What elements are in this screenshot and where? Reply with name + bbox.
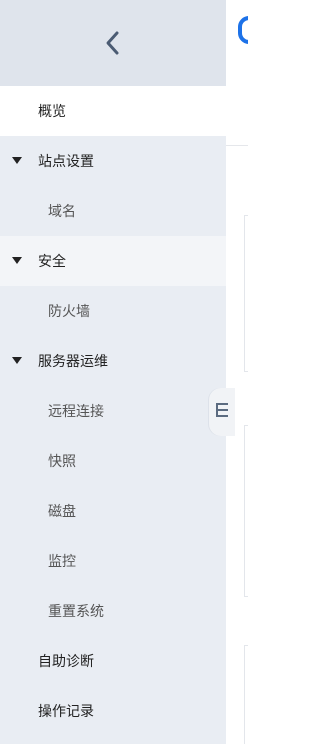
caret-down-icon — [12, 157, 22, 164]
sidebar-item-label: 监控 — [48, 554, 76, 570]
sidebar-group-site-settings[interactable]: 站点设置 — [0, 136, 226, 186]
sidebar-group-security[interactable]: 安全 — [0, 236, 226, 286]
sidebar: 概览 站点设置 域名 安全 防火墙 服务器运维 远程连接 快照 磁盘 监控 重置… — [0, 0, 227, 744]
panel-toggle-handle[interactable] — [209, 388, 235, 436]
chevron-left-icon[interactable] — [99, 29, 127, 57]
page: 概览 站点设置 域名 安全 防火墙 服务器运维 远程连接 快照 磁盘 监控 重置… — [0, 0, 248, 744]
brand-mark-icon — [238, 16, 248, 44]
sidebar-item-disks[interactable]: 磁盘 — [0, 486, 226, 536]
caret-down-icon — [12, 257, 22, 264]
content-card — [244, 215, 248, 372]
sidebar-item-overview[interactable]: 概览 — [0, 86, 226, 136]
main-content-strip — [226, 0, 248, 744]
sidebar-item-label: 服务器运维 — [38, 354, 108, 370]
sidebar-item-label: 自助诊断 — [38, 654, 94, 670]
sidebar-item-label: 操作记录 — [38, 704, 94, 720]
sidebar-item-firewall[interactable]: 防火墙 — [0, 286, 226, 336]
sidebar-collapse-bar[interactable] — [0, 0, 226, 87]
content-card — [244, 645, 248, 744]
sidebar-item-label: 磁盘 — [48, 504, 76, 520]
sidebar-item-label: 站点设置 — [38, 154, 94, 170]
sidebar-item-monitoring[interactable]: 监控 — [0, 536, 226, 586]
sidebar-item-operation-log[interactable]: 操作记录 — [0, 686, 226, 736]
sidebar-item-label: 防火墙 — [48, 304, 90, 320]
sidebar-item-label: 域名 — [48, 204, 76, 220]
content-card — [244, 425, 248, 597]
panel-toggle-icon — [215, 401, 229, 423]
sidebar-item-snapshots[interactable]: 快照 — [0, 436, 226, 486]
sidebar-item-label: 重置系统 — [48, 604, 104, 620]
sidebar-group-server-ops[interactable]: 服务器运维 — [0, 336, 226, 386]
sidebar-item-self-diagnosis[interactable]: 自助诊断 — [0, 636, 226, 686]
sidebar-item-label: 快照 — [48, 454, 76, 470]
caret-down-icon — [12, 357, 22, 364]
sidebar-item-remote-connection[interactable]: 远程连接 — [0, 386, 226, 436]
sidebar-item-label: 安全 — [38, 254, 66, 270]
sidebar-item-domain[interactable]: 域名 — [0, 186, 226, 236]
sidebar-item-label: 远程连接 — [48, 404, 104, 420]
sidebar-item-reset-system[interactable]: 重置系统 — [0, 586, 226, 636]
divider — [226, 145, 248, 146]
sidebar-menu: 概览 站点设置 域名 安全 防火墙 服务器运维 远程连接 快照 磁盘 监控 重置… — [0, 86, 226, 736]
sidebar-item-label: 概览 — [38, 104, 66, 120]
